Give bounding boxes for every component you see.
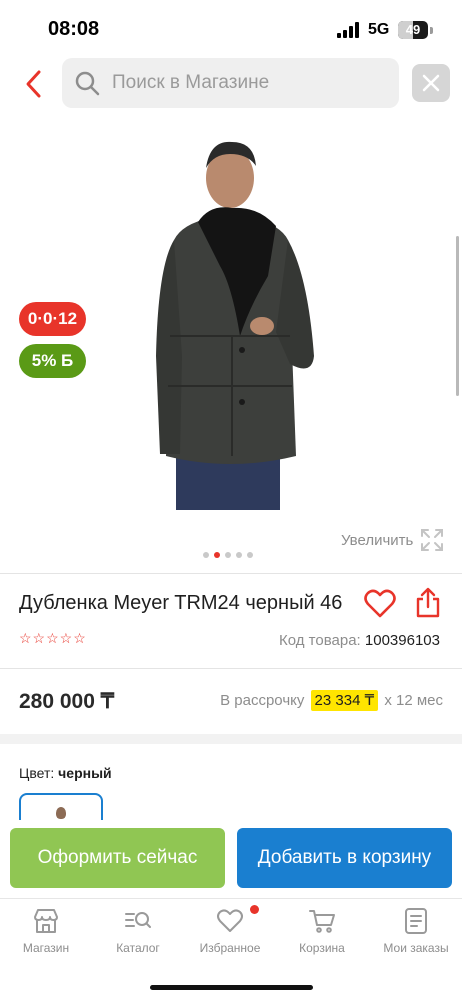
status-time: 08:08 bbox=[48, 18, 100, 40]
status-bar: 08:08 5G 49 bbox=[0, 0, 462, 56]
expand-icon[interactable] bbox=[420, 528, 444, 552]
nav-label-favorites: Избранное bbox=[199, 941, 261, 955]
installment-suffix: х 12 мес bbox=[384, 692, 443, 709]
product-image[interactable] bbox=[140, 136, 320, 510]
nav-label-store: Магазин bbox=[22, 941, 70, 955]
product-price: 280 000 ₸ bbox=[19, 690, 115, 713]
battery-icon: 49 bbox=[398, 21, 428, 39]
section-separator bbox=[0, 734, 462, 744]
product-code: Код товара: 100396103 bbox=[279, 632, 440, 649]
network-label: 5G bbox=[368, 21, 390, 38]
pagination-dot[interactable] bbox=[203, 551, 209, 558]
swatch-thumbnail bbox=[56, 807, 66, 819]
add-to-cart-button[interactable]: Добавить в корзину bbox=[237, 828, 452, 888]
installment-info[interactable]: В рассрочку 23 334 ₸ х 12 мес bbox=[220, 690, 443, 711]
search-header: Поиск в Магазине bbox=[0, 56, 462, 112]
color-label: Цвет: черный bbox=[19, 765, 112, 781]
nav-label-orders: Мои заказы bbox=[383, 941, 449, 955]
favorite-heart-icon[interactable] bbox=[364, 589, 396, 619]
nav-item-favorites[interactable]: Избранное bbox=[184, 907, 276, 963]
search-placeholder: Поиск в Магазине bbox=[112, 72, 270, 93]
divider bbox=[0, 573, 462, 574]
installment-promo-badge: 0·0·12 bbox=[19, 302, 86, 336]
pagination-dot[interactable] bbox=[236, 551, 242, 558]
battery-tip bbox=[430, 27, 433, 34]
installment-prefix: В рассрочку bbox=[220, 692, 305, 709]
heart-icon bbox=[217, 909, 243, 932]
nav-item-catalog[interactable]: Каталог bbox=[92, 907, 184, 963]
product-title: Дубленка Meyer TRM24 черный 46 bbox=[19, 592, 343, 614]
zoom-link[interactable]: Увеличить bbox=[341, 532, 413, 549]
product-gallery[interactable]: 0·0·12 5% Б Увеличить bbox=[0, 116, 462, 566]
signal-icon bbox=[337, 22, 361, 38]
gallery-pagination[interactable] bbox=[203, 546, 258, 558]
orders-icon bbox=[405, 908, 427, 934]
store-icon bbox=[34, 909, 58, 933]
pagination-dot[interactable] bbox=[247, 551, 253, 558]
pagination-dot-active[interactable] bbox=[214, 551, 220, 558]
notification-dot bbox=[250, 905, 259, 914]
bonus-badge: 5% Б bbox=[19, 344, 86, 378]
nav-item-cart[interactable]: Корзина bbox=[276, 907, 368, 963]
action-bar: Оформить сейчас Добавить в корзину bbox=[0, 820, 462, 898]
catalog-search-icon bbox=[125, 912, 151, 928]
search-input[interactable]: Поиск в Магазине bbox=[62, 58, 399, 108]
close-button[interactable] bbox=[412, 64, 450, 102]
divider bbox=[0, 668, 462, 669]
checkout-now-button[interactable]: Оформить сейчас bbox=[10, 828, 225, 888]
back-button[interactable] bbox=[20, 68, 48, 100]
product-code-label: Код товара: bbox=[279, 632, 361, 649]
color-value: черный bbox=[58, 765, 112, 781]
home-indicator bbox=[150, 985, 313, 990]
nav-label-catalog: Каталог bbox=[116, 941, 160, 955]
pagination-dot[interactable] bbox=[225, 551, 231, 558]
share-icon[interactable] bbox=[414, 587, 442, 619]
product-code-value: 100396103 bbox=[364, 632, 440, 649]
installment-amount: 23 334 ₸ bbox=[310, 690, 379, 711]
nav-item-orders[interactable]: Мои заказы bbox=[370, 907, 462, 963]
battery-level: 49 bbox=[405, 22, 421, 37]
close-icon bbox=[422, 74, 440, 92]
cart-icon bbox=[309, 910, 335, 933]
search-icon bbox=[75, 71, 100, 96]
bottom-navigation: Магазин Каталог Избранное Корзина Мои за… bbox=[0, 898, 462, 999]
scroll-indicator bbox=[456, 236, 459, 396]
chevron-left-icon bbox=[26, 70, 41, 98]
rating-stars[interactable]: ☆☆☆☆☆ bbox=[19, 630, 87, 647]
nav-label-cart: Корзина bbox=[299, 941, 345, 955]
nav-item-store[interactable]: Магазин bbox=[0, 907, 92, 963]
color-label-text: Цвет: bbox=[19, 765, 55, 781]
